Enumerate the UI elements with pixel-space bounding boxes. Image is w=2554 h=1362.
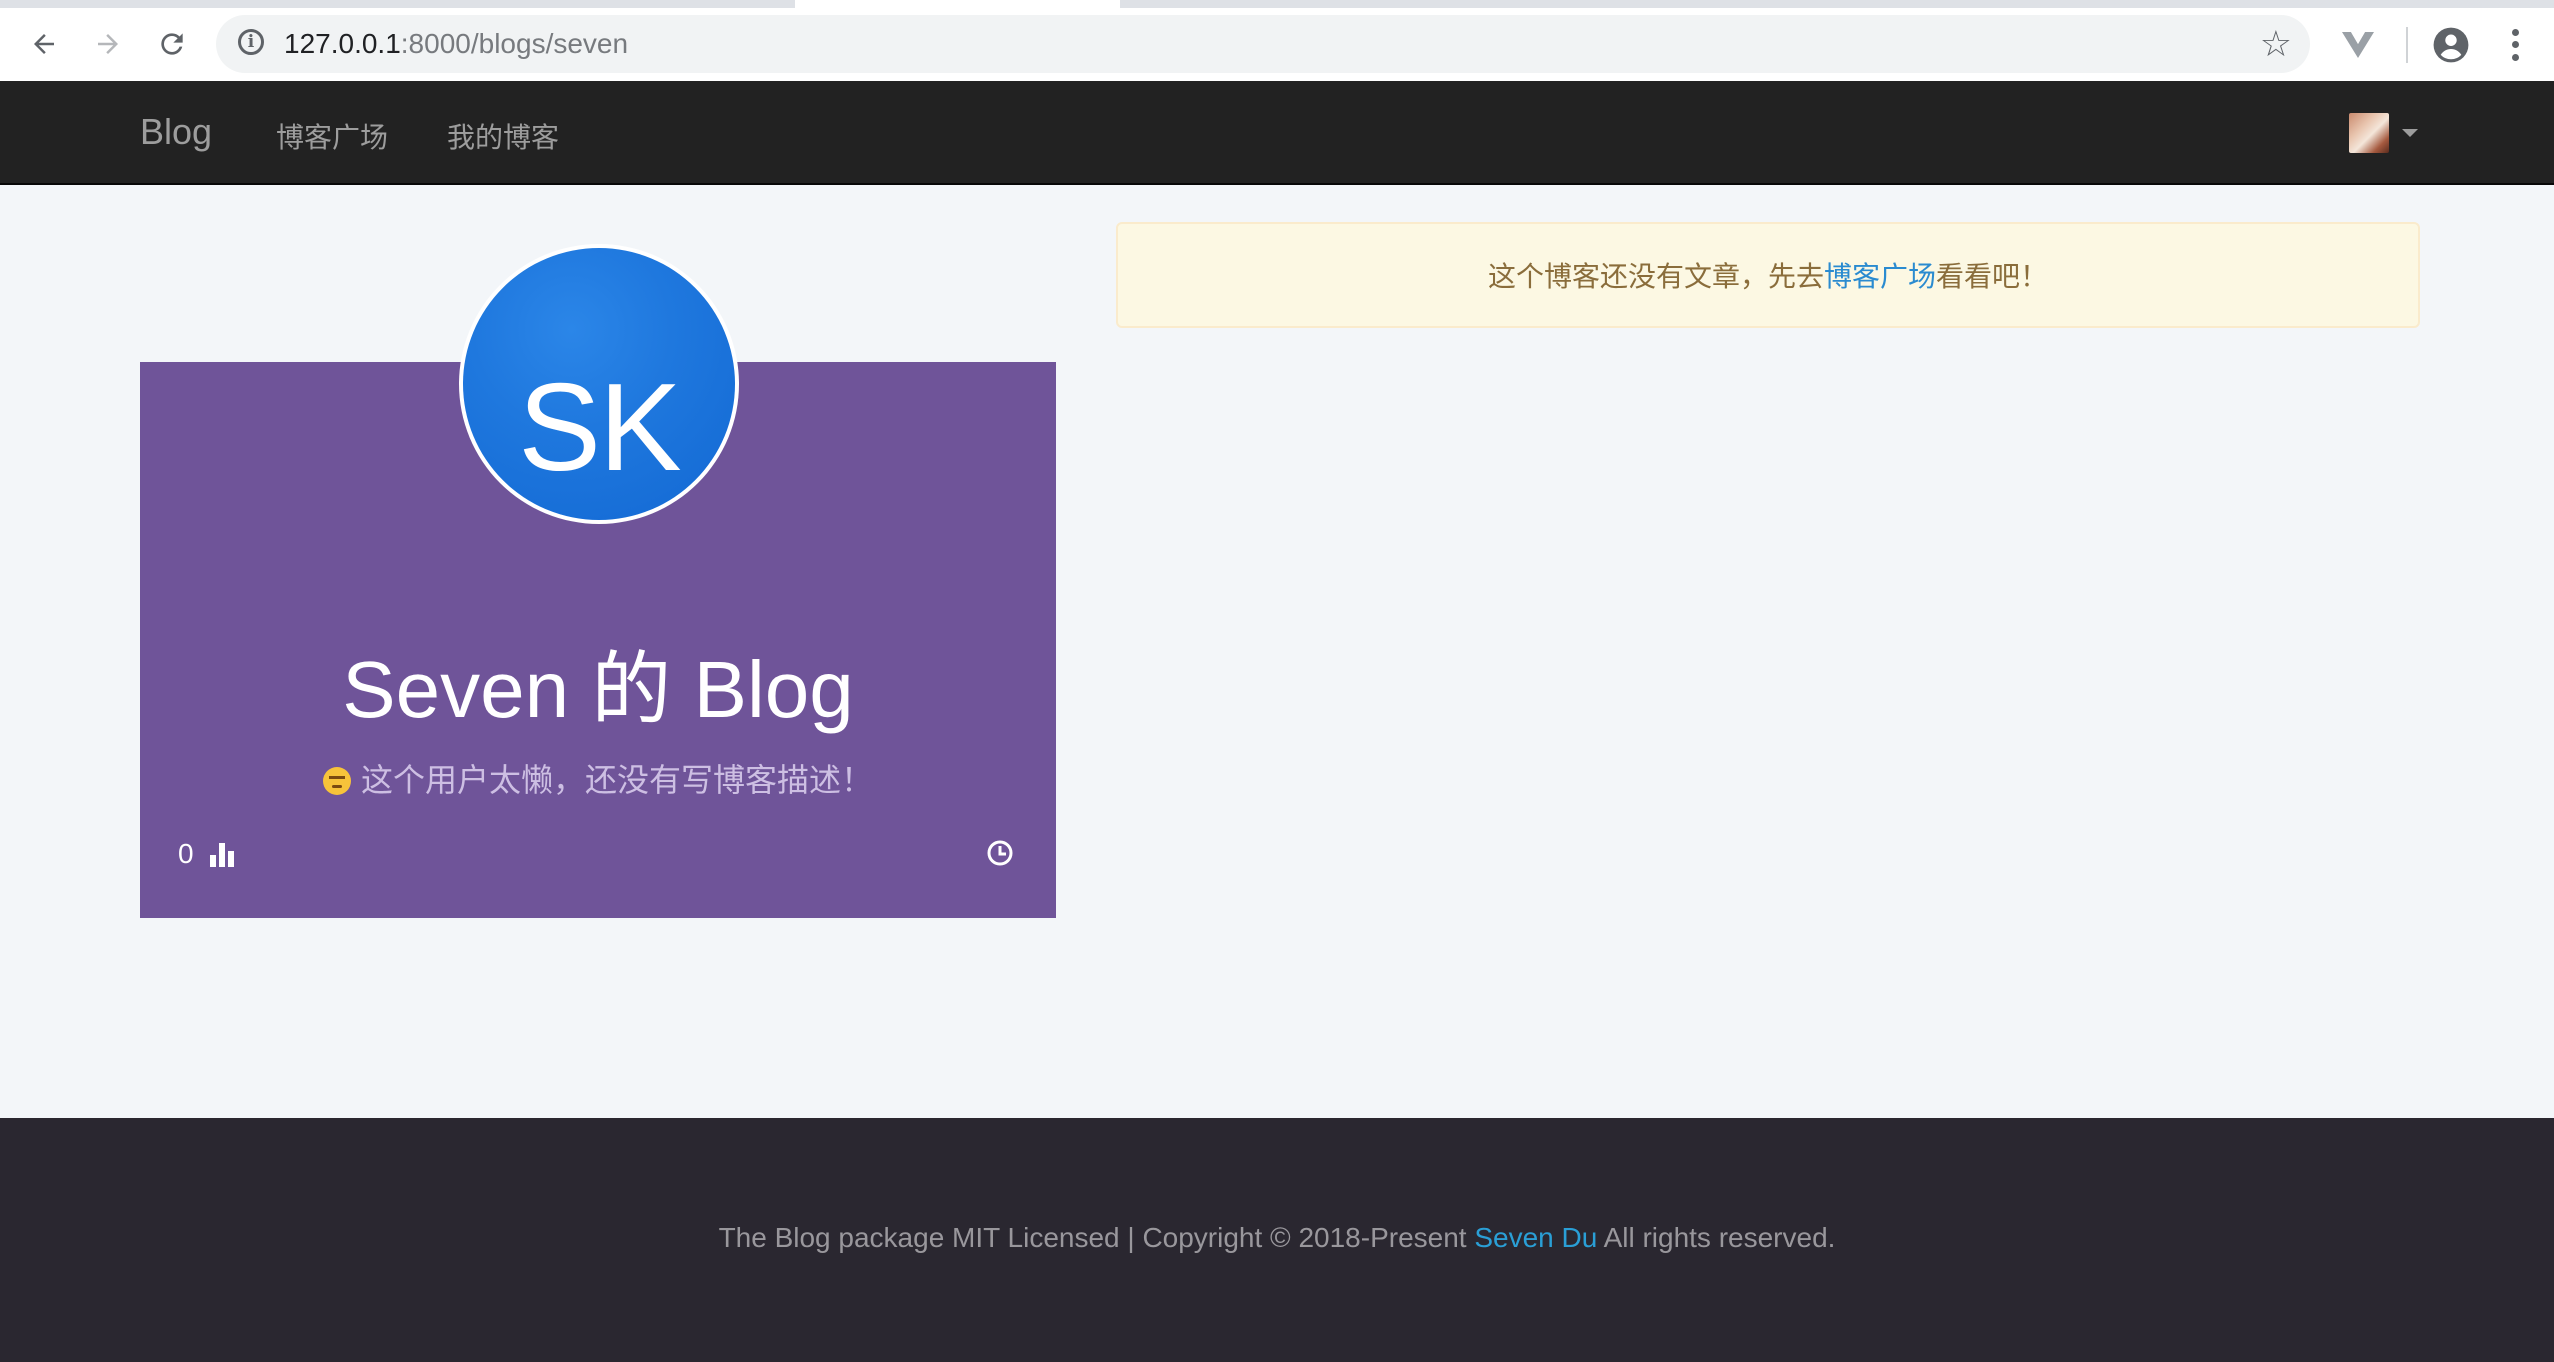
vue-devtools-icon[interactable] xyxy=(2338,24,2378,64)
tab-strip xyxy=(0,0,2554,8)
site-navbar: Blog 博客广场 我的博客 xyxy=(0,81,2554,185)
star-icon[interactable]: ☆ xyxy=(2260,23,2292,65)
back-icon[interactable] xyxy=(22,22,66,66)
bar-chart-icon xyxy=(208,841,236,867)
nav-link-my-blog[interactable]: 我的博客 xyxy=(447,116,559,156)
active-tab[interactable] xyxy=(795,0,1120,8)
alert-text-prefix: 这个博客还没有文章，先去 xyxy=(1487,261,1824,292)
more-vert-icon[interactable] xyxy=(2505,26,2525,64)
blog-title: Seven 的 Blog xyxy=(342,645,854,734)
toolbar-divider xyxy=(2406,27,2408,63)
user-avatar[interactable] xyxy=(2349,113,2389,153)
site-footer: The Blog package MIT Licensed | Copyrigh… xyxy=(0,1118,2554,1362)
unamused-face-icon xyxy=(322,767,351,795)
footer-text-before: The Blog package MIT Licensed | Copyrigh… xyxy=(718,1222,1475,1253)
footer-copyright: The Blog package MIT Licensed | Copyrigh… xyxy=(0,1222,2554,1254)
blog-avatar: SK xyxy=(459,244,739,524)
alert-text-suffix: 看看吧！ xyxy=(1936,261,2049,292)
user-menu-dropdown[interactable] xyxy=(2349,113,2421,153)
alert-link-blog-square[interactable]: 博客广场 xyxy=(1824,255,1936,295)
address-bar[interactable]: i 127.0.0.1:8000/blogs/seven ☆ xyxy=(216,15,2310,73)
nav-link-blog-square[interactable]: 博客广场 xyxy=(276,116,388,156)
footer-author-link[interactable]: Seven Du xyxy=(1474,1222,1597,1253)
browser-chrome: i 127.0.0.1:8000/blogs/seven ☆ xyxy=(0,0,2554,82)
blog-description: 这个用户太懒，还没有写博客描述！ xyxy=(140,760,1056,800)
brand-link[interactable]: Blog xyxy=(140,111,212,153)
empty-posts-alert: 这个博客还没有文章，先去 博客广场 看看吧！ xyxy=(1116,222,2420,328)
chevron-down-icon[interactable] xyxy=(2402,129,2418,137)
posts-count: 0 xyxy=(178,838,194,869)
account-icon[interactable] xyxy=(2432,26,2470,64)
url-text[interactable]: 127.0.0.1:8000/blogs/seven xyxy=(284,28,628,60)
avatar-initials: SK xyxy=(518,359,681,497)
reload-icon[interactable] xyxy=(150,22,194,66)
footer-text-after: All rights reserved. xyxy=(1597,1222,1836,1253)
blog-description-text: 这个用户太懒，还没有写博客描述！ xyxy=(360,762,873,798)
info-icon[interactable]: i xyxy=(238,29,264,55)
clock-icon xyxy=(986,839,1014,867)
forward-icon[interactable] xyxy=(86,22,130,66)
